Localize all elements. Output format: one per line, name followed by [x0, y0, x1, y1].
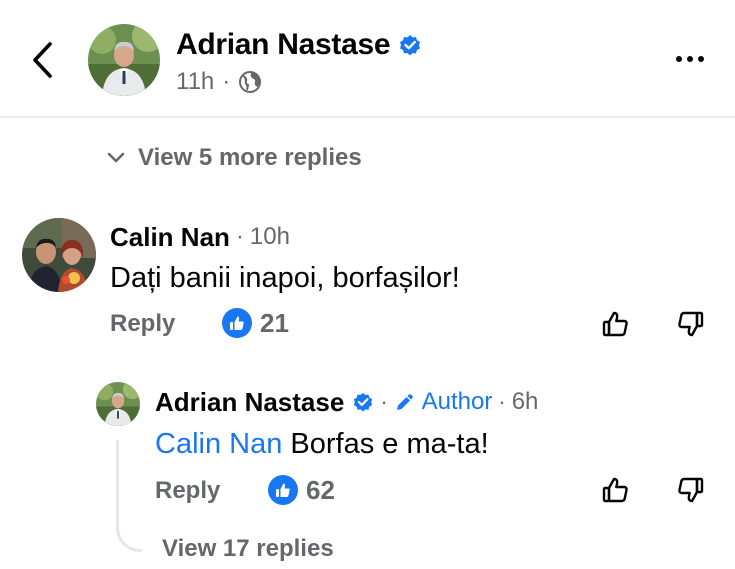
view-more-replies-label: View 5 more replies — [138, 144, 362, 171]
more-icon — [676, 56, 682, 62]
view-replies-button[interactable]: View 17 replies — [162, 534, 334, 564]
comment-separator: · — [235, 223, 244, 250]
commenter-name[interactable]: Calin Nan — [110, 221, 230, 253]
reply-like-count[interactable]: 62 — [268, 475, 335, 505]
commenter-avatar[interactable] — [22, 218, 96, 292]
reply-separator: · — [380, 389, 388, 414]
reply-text: Borfas e ma-ta! — [290, 428, 489, 460]
reply-author-avatar[interactable] — [96, 382, 140, 426]
chevron-down-icon — [107, 152, 125, 163]
downvote-button[interactable] — [672, 306, 708, 342]
like-count: 21 — [260, 308, 289, 338]
post-time[interactable]: 11h — [176, 68, 214, 96]
reply-downvote-button[interactable] — [672, 472, 708, 508]
comment-text: Dați banii inapoi, borfașilor! — [110, 262, 460, 294]
author-badge-label: Author — [421, 388, 493, 415]
reply-header: Adrian Nastase · Author · 6h — [155, 386, 538, 418]
reply-time[interactable]: 6h — [512, 386, 539, 418]
back-icon — [33, 42, 52, 78]
more-options-button[interactable] — [668, 44, 712, 74]
comment-time[interactable]: 10h — [250, 221, 290, 253]
reply-upvote-button[interactable] — [598, 472, 634, 508]
author-badge: Author — [394, 386, 493, 418]
upvote-button[interactable] — [598, 306, 634, 342]
reply-like-number: 62 — [306, 475, 335, 505]
globe-icon — [239, 71, 262, 93]
pencil-icon — [396, 394, 413, 410]
reply-mention[interactable]: Calin Nan — [155, 428, 282, 460]
reply-separator-2: · — [498, 389, 506, 414]
meta-separator: · — [222, 68, 231, 95]
reply-text-line: Calin Nan Borfas e ma-ta! — [155, 426, 489, 462]
reply-author-name[interactable]: Adrian Nastase — [155, 386, 344, 418]
post-author-name[interactable]: Adrian Nastase — [176, 28, 422, 62]
reply-reply-button[interactable]: Reply — [155, 476, 220, 506]
like-icon — [222, 308, 252, 338]
like-icon — [268, 475, 298, 505]
thumbs-up-icon — [602, 311, 628, 337]
thread-connector — [116, 440, 142, 552]
post-meta: 11h · — [176, 68, 262, 96]
comment-like-count[interactable]: 21 — [222, 308, 289, 338]
thumbs-down-icon — [678, 311, 704, 337]
verified-icon — [354, 392, 373, 412]
thumbs-down-icon — [678, 477, 704, 503]
author-avatar[interactable] — [88, 24, 160, 96]
comment-header: Calin Nan · 10h — [110, 221, 290, 253]
post-header: Adrian Nastase 11h · — [0, 0, 735, 118]
back-button[interactable] — [22, 38, 62, 82]
thumbs-up-icon — [602, 477, 628, 503]
comment-reply-button[interactable]: Reply — [110, 309, 175, 339]
post-author-label[interactable]: Adrian Nastase — [176, 28, 391, 62]
verified-icon — [400, 35, 421, 56]
view-more-replies-button[interactable]: View 5 more replies — [106, 142, 362, 174]
